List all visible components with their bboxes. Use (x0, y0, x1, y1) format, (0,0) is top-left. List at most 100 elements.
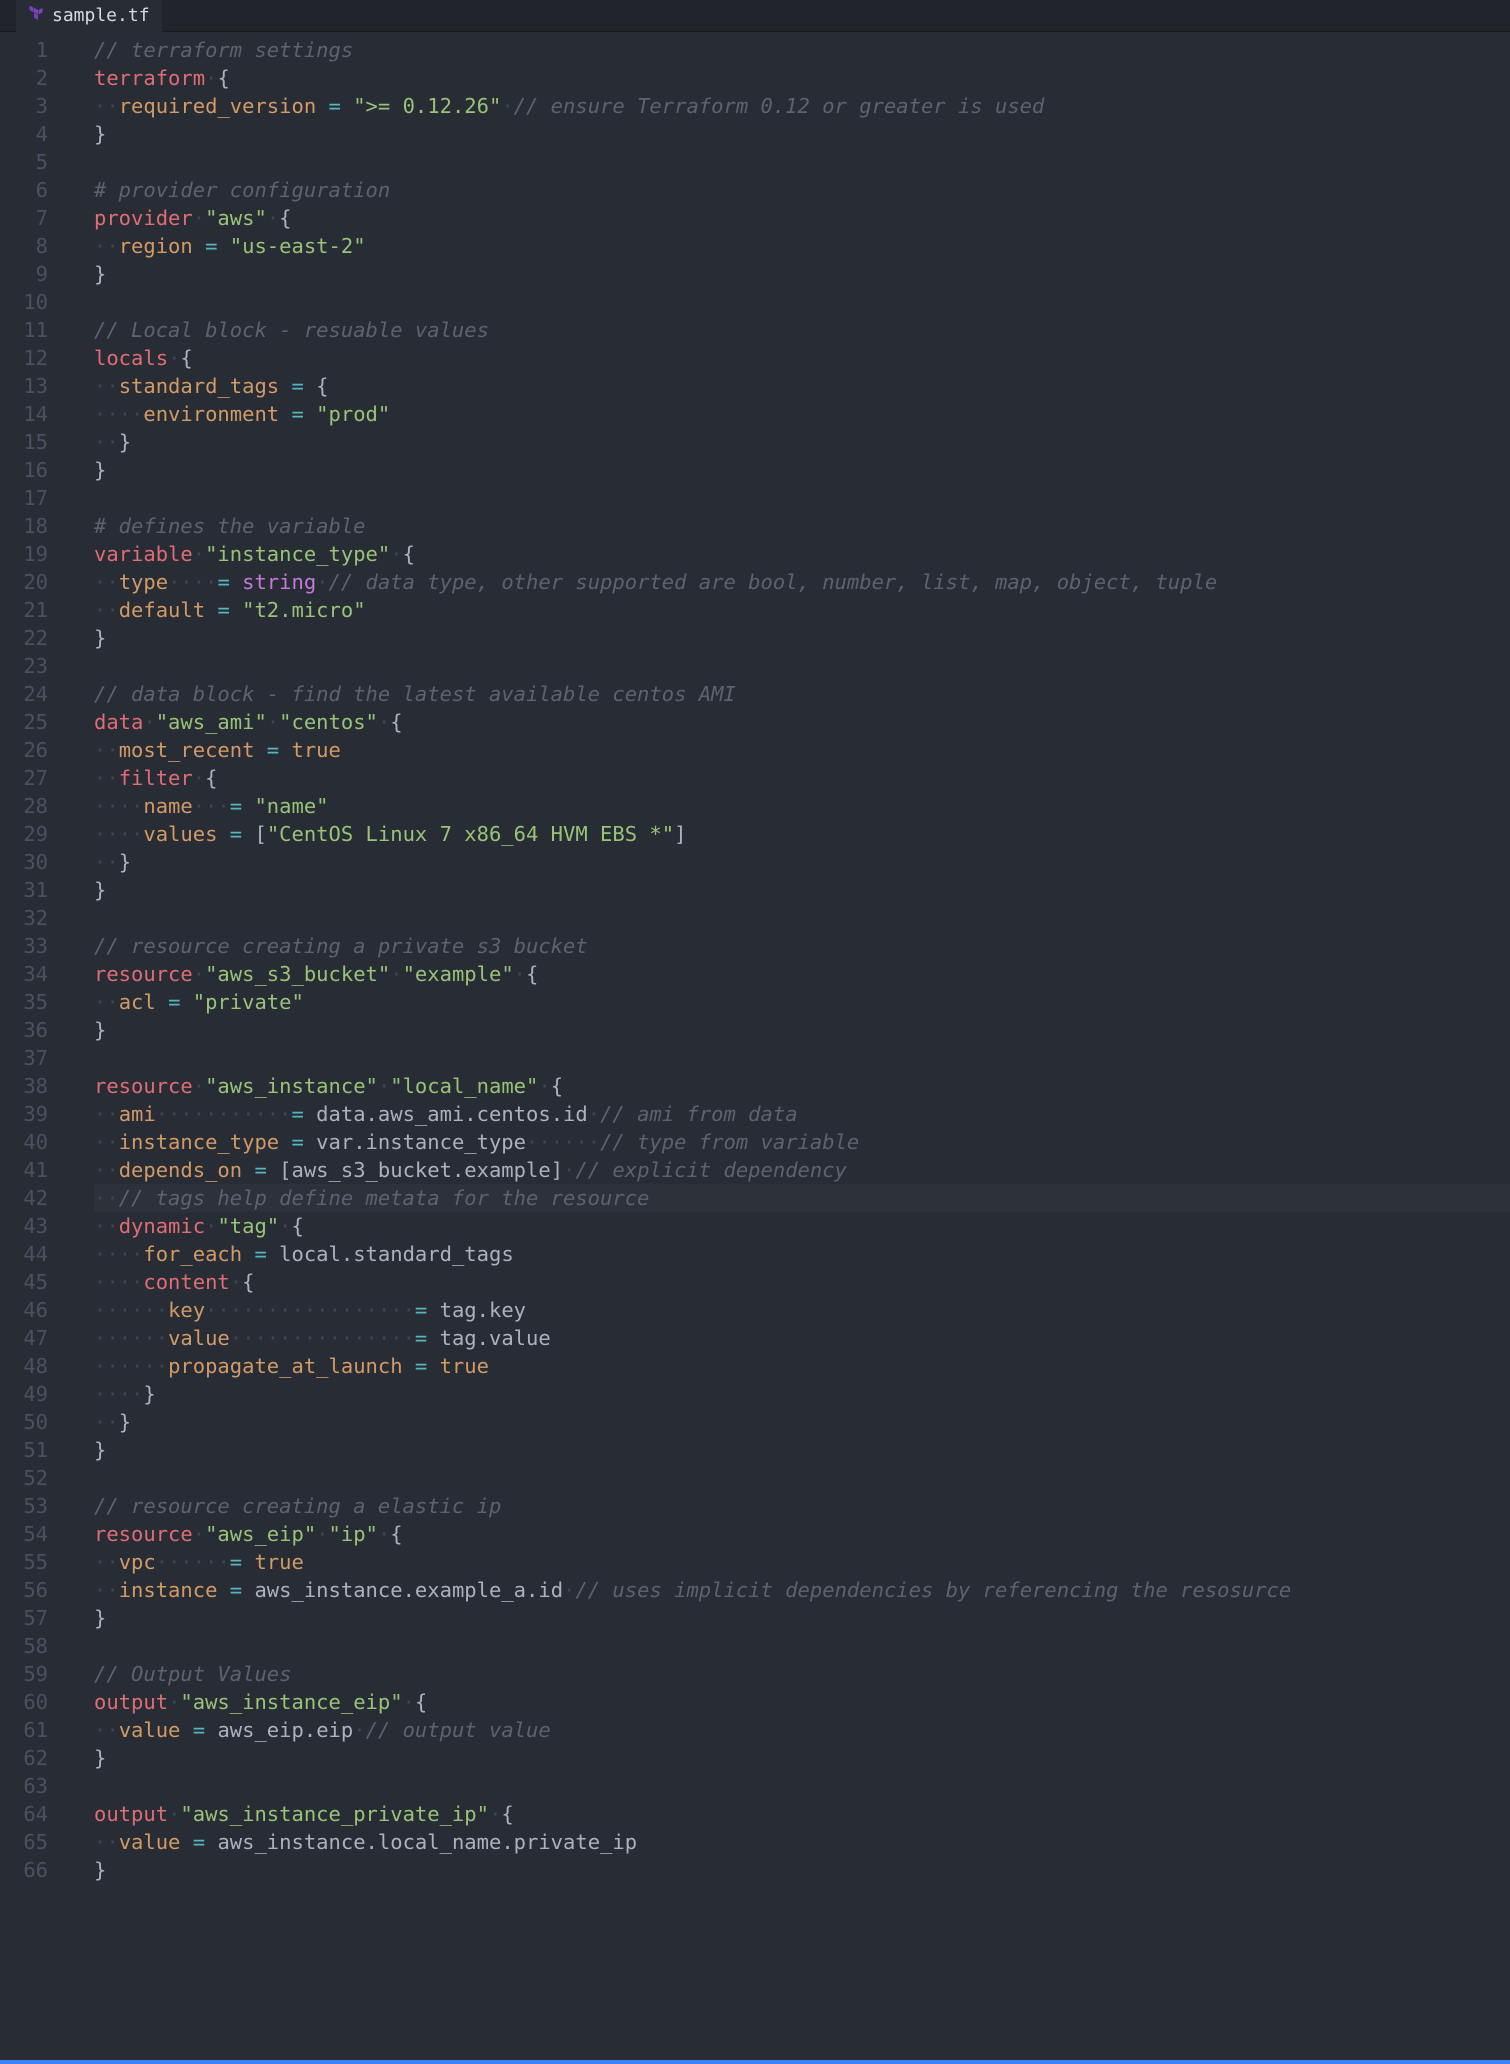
line-number: 17 (0, 484, 48, 512)
code-line[interactable]: data·"aws_ami"·"centos"·{ (94, 708, 1510, 736)
code-line[interactable]: provider·"aws"·{ (94, 204, 1510, 232)
code-line[interactable]: # provider configuration (94, 176, 1510, 204)
line-number: 33 (0, 932, 48, 960)
code-line[interactable]: resource·"aws_s3_bucket"·"example"·{ (94, 960, 1510, 988)
code-line[interactable]: ··value = aws_instance.local_name.privat… (94, 1828, 1510, 1856)
line-number: 63 (0, 1772, 48, 1800)
code-line[interactable]: ····for_each = local.standard_tags (94, 1240, 1510, 1268)
line-number: 24 (0, 680, 48, 708)
line-number: 47 (0, 1324, 48, 1352)
terraform-icon (28, 2, 44, 30)
code-line[interactable]: ····name···= "name" (94, 792, 1510, 820)
line-number: 7 (0, 204, 48, 232)
code-line[interactable]: variable·"instance_type"·{ (94, 540, 1510, 568)
line-number: 6 (0, 176, 48, 204)
line-number: 46 (0, 1296, 48, 1324)
line-number: 16 (0, 456, 48, 484)
code-line[interactable]: ··most_recent = true (94, 736, 1510, 764)
code-line[interactable]: ··instance = aws_instance.example_a.id·/… (94, 1576, 1510, 1604)
code-line[interactable] (94, 1044, 1510, 1072)
line-number: 8 (0, 232, 48, 260)
code-line[interactable]: ····environment = "prod" (94, 400, 1510, 428)
code-line[interactable]: resource·"aws_eip"·"ip"·{ (94, 1520, 1510, 1548)
code-line[interactable] (94, 1464, 1510, 1492)
line-number: 29 (0, 820, 48, 848)
line-number: 31 (0, 876, 48, 904)
code-line[interactable]: ··standard_tags = { (94, 372, 1510, 400)
line-number: 2 (0, 64, 48, 92)
code-line[interactable]: // resource creating a private s3 bucket (94, 932, 1510, 960)
code-line[interactable]: ······key·················= tag.key (94, 1296, 1510, 1324)
code-line[interactable]: ··} (94, 428, 1510, 456)
line-number: 1 (0, 36, 48, 64)
code-line[interactable] (94, 148, 1510, 176)
code-line[interactable]: } (94, 1436, 1510, 1464)
line-number: 51 (0, 1436, 48, 1464)
code-area[interactable]: // terraform settingsterraform·{··requir… (66, 32, 1510, 2060)
code-line[interactable]: ··} (94, 848, 1510, 876)
code-line[interactable]: ··vpc······= true (94, 1548, 1510, 1576)
code-line[interactable]: // terraform settings (94, 36, 1510, 64)
code-line[interactable]: ····content·{ (94, 1268, 1510, 1296)
code-line[interactable]: } (94, 876, 1510, 904)
code-line[interactable]: ··default = "t2.micro" (94, 596, 1510, 624)
line-number: 37 (0, 1044, 48, 1072)
code-line[interactable]: # defines the variable (94, 512, 1510, 540)
code-line[interactable]: ··instance_type = var.instance_type·····… (94, 1128, 1510, 1156)
code-line[interactable]: } (94, 1604, 1510, 1632)
code-line[interactable] (94, 652, 1510, 680)
code-line[interactable]: // Local block - resuable values (94, 316, 1510, 344)
code-line[interactable]: ··filter·{ (94, 764, 1510, 792)
line-number: 50 (0, 1408, 48, 1436)
code-line[interactable]: } (94, 120, 1510, 148)
line-number: 41 (0, 1156, 48, 1184)
code-line[interactable]: ··dynamic·"tag"·{ (94, 1212, 1510, 1240)
line-number: 4 (0, 120, 48, 148)
line-number: 38 (0, 1072, 48, 1100)
file-tab[interactable]: sample.tf (16, 0, 162, 32)
line-number: 23 (0, 652, 48, 680)
code-line[interactable]: ··ami···········= data.aws_ami.centos.id… (94, 1100, 1510, 1128)
code-line[interactable]: } (94, 1016, 1510, 1044)
code-line[interactable]: output·"aws_instance_eip"·{ (94, 1688, 1510, 1716)
line-number: 59 (0, 1660, 48, 1688)
code-line[interactable]: } (94, 624, 1510, 652)
code-line[interactable]: ··type····= string·// data type, other s… (94, 568, 1510, 596)
line-number: 18 (0, 512, 48, 540)
code-line[interactable]: ····values = ["CentOS Linux 7 x86_64 HVM… (94, 820, 1510, 848)
line-number: 27 (0, 764, 48, 792)
code-line[interactable]: ··} (94, 1408, 1510, 1436)
code-line[interactable]: ······value···············= tag.value (94, 1324, 1510, 1352)
code-line[interactable]: ··depends_on = [aws_s3_bucket.example]·/… (94, 1156, 1510, 1184)
code-editor[interactable]: 1234567891011121314151617181920212223242… (0, 32, 1510, 2060)
code-line[interactable]: ······propagate_at_launch = true (94, 1352, 1510, 1380)
code-line[interactable]: // resource creating a elastic ip (94, 1492, 1510, 1520)
code-line[interactable]: } (94, 1856, 1510, 1884)
code-line[interactable] (94, 288, 1510, 316)
code-line[interactable]: ··// tags help define metata for the res… (94, 1184, 1510, 1212)
code-line[interactable]: // data block - find the latest availabl… (94, 680, 1510, 708)
line-number: 40 (0, 1128, 48, 1156)
code-line[interactable]: // Output Values (94, 1660, 1510, 1688)
line-number: 52 (0, 1464, 48, 1492)
code-line[interactable]: ··acl = "private" (94, 988, 1510, 1016)
code-line[interactable] (94, 1632, 1510, 1660)
code-line[interactable]: output·"aws_instance_private_ip"·{ (94, 1800, 1510, 1828)
code-line[interactable]: } (94, 456, 1510, 484)
line-number-gutter: 1234567891011121314151617181920212223242… (0, 32, 66, 2060)
code-line[interactable]: terraform·{ (94, 64, 1510, 92)
code-line[interactable]: ··region = "us-east-2" (94, 232, 1510, 260)
code-line[interactable] (94, 484, 1510, 512)
code-line[interactable] (94, 1772, 1510, 1800)
line-number: 14 (0, 400, 48, 428)
code-line[interactable] (94, 904, 1510, 932)
code-line[interactable]: } (94, 260, 1510, 288)
code-line[interactable]: ··value = aws_eip.eip·// output value (94, 1716, 1510, 1744)
line-number: 5 (0, 148, 48, 176)
code-line[interactable]: resource·"aws_instance"·"local_name"·{ (94, 1072, 1510, 1100)
line-number: 65 (0, 1828, 48, 1856)
code-line[interactable]: locals·{ (94, 344, 1510, 372)
code-line[interactable]: ····} (94, 1380, 1510, 1408)
code-line[interactable]: } (94, 1744, 1510, 1772)
code-line[interactable]: ··required_version = ">= 0.12.26"·// ens… (94, 92, 1510, 120)
